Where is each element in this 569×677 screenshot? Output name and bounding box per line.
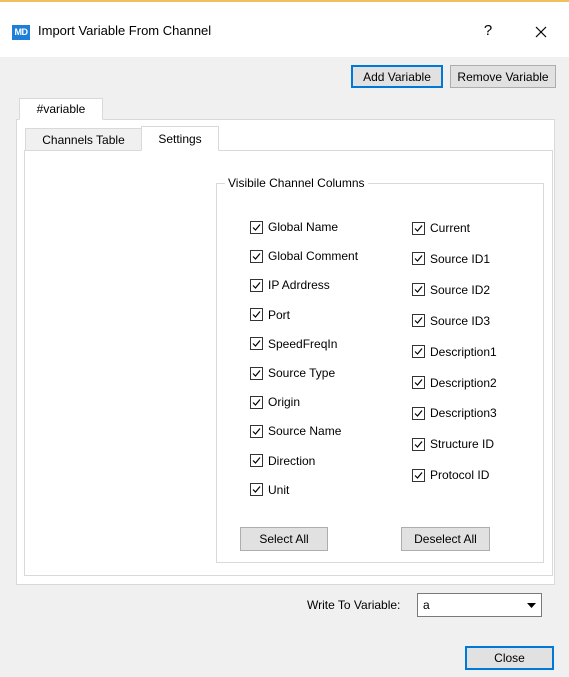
checkbox-box[interactable] [412, 221, 425, 235]
checkbox-box[interactable] [250, 278, 263, 292]
checkbox-box[interactable] [250, 220, 263, 234]
checkmark-icon [414, 471, 423, 479]
checkbox-label: Source ID2 [430, 282, 491, 297]
tab-channels-table[interactable]: Channels Table [25, 128, 142, 151]
checkbox-label: Source ID3 [430, 313, 491, 328]
checkbox-label: Source Type [268, 366, 336, 380]
add-variable-button[interactable]: Add Variable [351, 65, 443, 88]
column-description2-checkbox[interactable]: Description2 [412, 374, 497, 392]
tab-variable[interactable]: #variable [19, 98, 103, 120]
checkbox-label: Description3 [430, 406, 497, 421]
column-source-id2-checkbox[interactable]: Source ID2 [412, 281, 490, 299]
checkmark-icon [252, 428, 261, 435]
column-unit-checkbox[interactable]: Unit [250, 481, 289, 499]
column-origin-checkbox[interactable]: Origin [250, 393, 300, 411]
checkmark-icon [252, 252, 261, 260]
remove-variable-button[interactable]: Remove Variable [450, 65, 556, 88]
write-to-variable-select[interactable]: a [417, 593, 542, 617]
checkbox-label: Protocol ID [430, 468, 490, 483]
checkbox-label: Port [268, 307, 291, 322]
select-all-button[interactable]: Select All [240, 527, 328, 551]
app-icon: MD [12, 25, 30, 40]
column-protocol-id-checkbox[interactable]: Protocol ID [412, 466, 489, 484]
checkmark-icon [252, 340, 261, 348]
checkbox-box[interactable] [412, 406, 425, 420]
checkbox-box[interactable] [412, 314, 425, 328]
column-speedfreqin-checkbox[interactable]: SpeedFreqIn [250, 335, 337, 353]
checkbox-box[interactable] [412, 283, 425, 297]
checkbox-box[interactable] [412, 376, 425, 389]
checkbox-label: Global Comment [268, 249, 359, 264]
column-description3-checkbox[interactable]: Description3 [412, 404, 497, 422]
checkbox-box[interactable] [250, 337, 263, 351]
checkmark-icon [414, 286, 423, 294]
checkmark-icon [252, 369, 261, 377]
checkmark-icon [252, 486, 261, 494]
checkbox-box[interactable] [412, 437, 425, 451]
checkmark-icon [414, 224, 423, 232]
close-window-button[interactable] [528, 19, 554, 43]
checkbox-label: SpeedFreqIn [268, 336, 338, 351]
close-button[interactable]: Close [465, 646, 554, 670]
checkbox-box[interactable] [412, 252, 425, 266]
checkmark-icon [414, 379, 423, 386]
checkmark-icon [252, 398, 261, 406]
help-button[interactable]: ? [478, 19, 498, 43]
checkbox-label: Direction [268, 453, 316, 468]
checkbox-label: Source Name [268, 424, 342, 439]
column-source-id1-checkbox[interactable]: Source ID1 [412, 250, 490, 268]
checkbox-box[interactable] [250, 249, 263, 263]
checkmark-icon [252, 223, 261, 231]
column-port-checkbox[interactable]: Port [250, 306, 290, 324]
column-ip-adrdress-checkbox[interactable]: IP Adrdress [250, 276, 330, 294]
deselect-all-button[interactable]: Deselect All [401, 527, 490, 551]
checkbox-box[interactable] [250, 424, 263, 438]
column-global-name-checkbox[interactable]: Global Name [250, 218, 338, 236]
window-title: Import Variable From Channel [38, 23, 212, 38]
checkmark-icon [252, 282, 261, 289]
checkbox-box[interactable] [412, 345, 425, 359]
close-icon [535, 26, 547, 38]
checkbox-label: IP Adrdress [268, 278, 330, 293]
chevron-down-icon [521, 602, 541, 608]
checkbox-label: Description1 [430, 344, 497, 359]
column-source-type-checkbox[interactable]: Source Type [250, 364, 335, 382]
write-to-variable-label: Write To Variable: [307, 598, 401, 612]
checkbox-label: Description2 [430, 375, 497, 390]
checkbox-box[interactable] [250, 483, 263, 497]
checkmark-icon [414, 348, 423, 355]
checkbox-label: Current [430, 221, 471, 235]
checkmark-icon [414, 410, 423, 417]
checkbox-box[interactable] [250, 395, 263, 409]
group-title: Visibile Channel Columns [225, 176, 368, 190]
checkbox-label: Global Name [268, 220, 339, 234]
checkbox-box[interactable] [250, 454, 263, 468]
checkbox-box[interactable] [250, 366, 263, 380]
column-global-comment-checkbox[interactable]: Global Comment [250, 247, 358, 265]
title-bar[interactable]: MD Import Variable From Channel ? [0, 2, 569, 57]
column-structure-id-checkbox[interactable]: Structure ID [412, 435, 494, 453]
column-description1-checkbox[interactable]: Description1 [412, 343, 497, 361]
write-to-variable-value: a [423, 598, 430, 612]
checkbox-label: Structure ID [430, 437, 495, 452]
checkmark-icon [252, 457, 261, 464]
checkmark-icon [414, 317, 423, 325]
checkmark-icon [252, 311, 261, 318]
column-current-checkbox[interactable]: Current [412, 219, 470, 237]
checkbox-label: Source ID1 [430, 251, 491, 266]
column-source-name-checkbox[interactable]: Source Name [250, 422, 341, 440]
checkbox-label: Origin [268, 395, 301, 410]
column-direction-checkbox[interactable]: Direction [250, 452, 315, 470]
checkbox-label: Unit [268, 482, 290, 497]
checkmark-icon [414, 255, 423, 263]
checkbox-box[interactable] [250, 308, 263, 322]
checkbox-box[interactable] [412, 468, 425, 482]
checkmark-icon [414, 440, 423, 448]
column-source-id3-checkbox[interactable]: Source ID3 [412, 312, 490, 330]
tab-settings[interactable]: Settings [141, 126, 219, 151]
